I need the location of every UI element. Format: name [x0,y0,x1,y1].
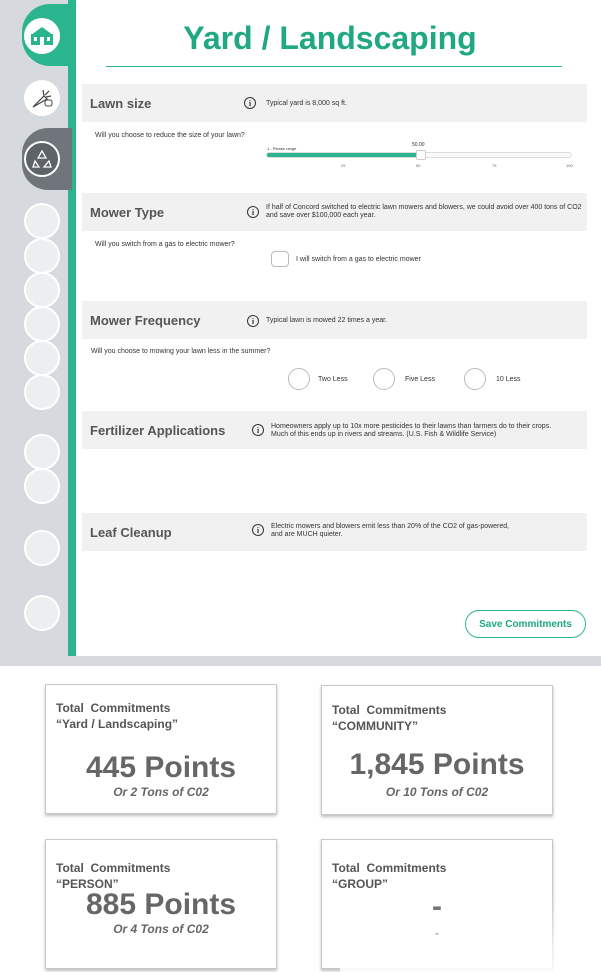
slider-fill [267,153,419,157]
info-icon[interactable]: i [247,206,259,218]
nav-item-recycle[interactable] [24,141,60,177]
nav-item-empty[interactable] [24,203,60,239]
radio-ten-less[interactable] [464,368,486,390]
nav-item-empty[interactable] [24,306,60,342]
info-line: Electric mowers and blowers emit less th… [271,523,510,530]
section-title: Fertilizer Applications [90,422,226,438]
nav-rail-accent [68,0,76,656]
nav-item-empty[interactable] [24,340,60,376]
info-line: and save over $100,000 each year. [266,212,376,219]
section-title: Mower Type [90,204,165,220]
nav-item-empty[interactable] [24,468,60,504]
section-info: If half of Concord switched to electric … [266,204,582,220]
card-community-commitments: Total Commitments “COMMUNITY” 1,845 Poin… [321,685,553,815]
house-icon [31,27,53,45]
card-heading: Total Commitments [332,703,447,717]
checkbox-label[interactable]: I will switch from a gas to electric mow… [296,256,421,263]
question-text: Will you choose to mowing your lawn less… [91,348,271,355]
slider-label: 1 - Please range [267,146,297,151]
info-line: Much of this ends up in rivers and strea… [271,431,497,438]
lawn-size-slider[interactable] [266,150,572,160]
info-line: If half of Concord switched to electric … [266,204,582,211]
question-text: Will you choose to reduce the size of yo… [95,132,245,139]
section-info: Electric mowers and blowers emit less th… [271,523,509,539]
nav-item-empty[interactable] [24,595,60,631]
section-info: Typical lawn is mowed 22 times a year. [266,317,387,324]
card-subheading: “Yard / Landscaping” [56,717,179,731]
save-commitments-button[interactable]: Save Commitments [465,610,586,638]
card-tons: Or 10 Tons of C02 [385,785,489,799]
info-icon[interactable]: i [252,524,264,536]
card-person-commitments: Total Commitments “PERSON” 885 Points Or… [45,839,277,969]
radio-label[interactable]: Five Less [405,376,435,383]
electric-mower-checkbox[interactable] [271,251,289,267]
slider-tick: 25 [341,163,346,168]
section-info: Homeowners apply up to 10x more pesticid… [271,423,551,439]
slider-tick: 75 [492,163,497,168]
info-line: Homeowners apply up to 10x more pesticid… [271,423,552,430]
slider-thumb[interactable] [416,150,426,160]
card-tons: Or 4 Tons of C02 [113,922,209,936]
info-icon[interactable]: i [244,97,256,109]
nav-item-empty[interactable] [24,374,60,410]
bottom-fade-overlay [340,900,601,972]
card-points: 1,845 Points [349,748,525,781]
card-points: 445 Points [85,751,237,784]
card-heading: Total Commitments [56,701,171,715]
slider-value-label: 50.00 [412,142,425,148]
card-heading: Total Commitments [56,861,171,875]
nav-item-empty[interactable] [24,434,60,470]
section-divider [0,656,601,666]
section-info: Typical yard is 8,000 sq ft. [266,100,347,107]
radio-label[interactable]: Two Less [318,376,348,383]
card-yard-commitments: Total Commitments “Yard / Landscaping” 4… [45,684,277,814]
radio-two-less[interactable] [288,368,310,390]
info-line: and are MUCH quieter. [271,531,343,538]
title-underline [106,66,562,67]
nav-item-empty[interactable] [24,238,60,274]
nav-item-home[interactable] [24,18,60,54]
recycle-icon [32,149,52,168]
nav-item-yard[interactable] [24,80,60,116]
section-title: Mower Frequency [90,312,201,328]
info-icon[interactable]: i [247,315,259,327]
card-subheading: “GROUP” [332,877,389,891]
slider-tick: 50 [416,163,421,168]
radio-label[interactable]: 10 Less [496,376,521,383]
nav-item-empty[interactable] [24,530,60,566]
card-tons: Or 2 Tons of C02 [113,785,209,799]
slider-tick: 100 [566,163,573,168]
question-text: Will you switch from a gas to electric m… [95,241,235,248]
nav-item-empty[interactable] [24,272,60,308]
card-points: 885 Points [85,888,237,921]
info-icon[interactable]: i [252,424,264,436]
section-title: Leaf Cleanup [90,524,172,540]
card-heading: Total Commitments [332,861,447,875]
radio-five-less[interactable] [373,368,395,390]
section-title: Lawn size [90,95,152,111]
card-subheading: “COMMUNITY” [332,719,418,733]
carrot-icon [32,89,53,108]
page-title: Yard / Landscaping [183,20,477,56]
